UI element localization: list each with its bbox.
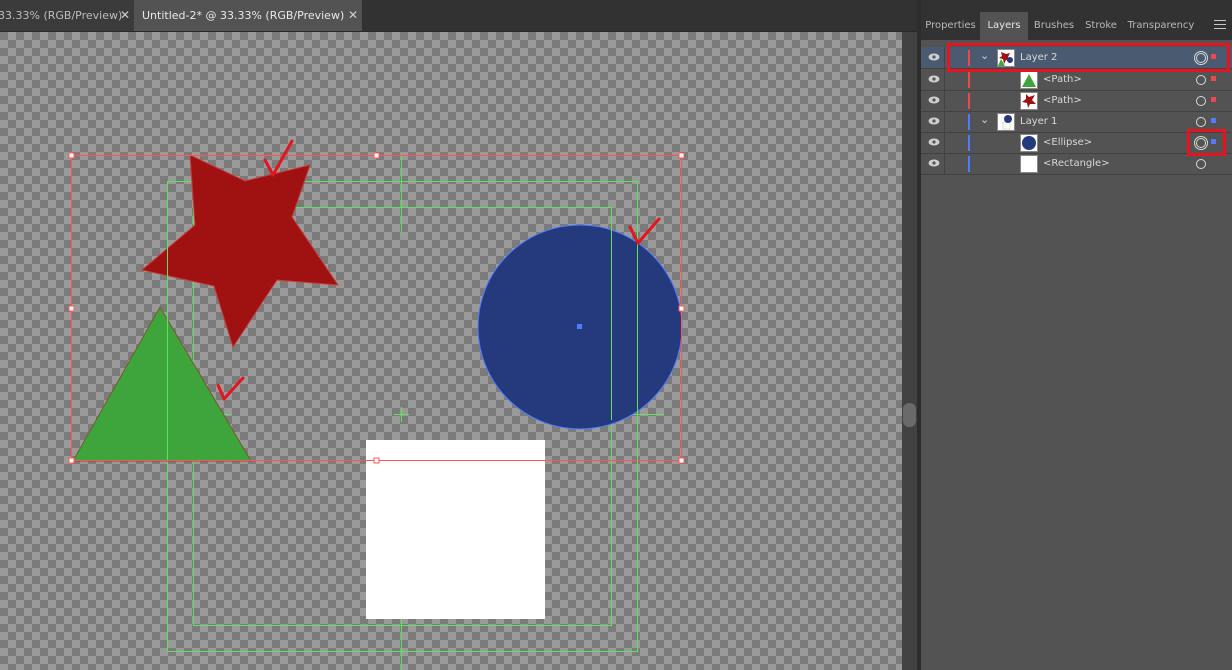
- column-divider: [944, 90, 945, 111]
- triangle-thumbnail: [1020, 71, 1038, 89]
- document-tab-label: Untitled-2* @ 33.33% (RGB/Preview): [142, 9, 345, 22]
- target-circle-icon[interactable]: [1196, 117, 1206, 127]
- eye-icon[interactable]: [928, 116, 940, 126]
- eye-icon[interactable]: [928, 95, 940, 105]
- close-icon[interactable]: ✕: [346, 0, 360, 31]
- layer-row-path[interactable]: <Path>: [921, 69, 1232, 91]
- tab-properties[interactable]: Properties: [921, 12, 980, 40]
- ellipse-thumbnail: [1020, 134, 1038, 152]
- rectangle-shape[interactable]: [366, 440, 545, 619]
- layer-row-ellipse[interactable]: <Ellipse>: [921, 132, 1232, 154]
- eye-icon[interactable]: [928, 158, 940, 168]
- column-divider: [944, 132, 945, 153]
- layer-name[interactable]: <Path>: [1043, 90, 1082, 111]
- layer-row-path[interactable]: <Path>: [921, 90, 1232, 112]
- eye-icon[interactable]: [928, 74, 940, 84]
- ellipse-center-point: [577, 324, 582, 329]
- target-circle-icon[interactable]: [1196, 96, 1206, 106]
- tab-brushes[interactable]: Brushes: [1028, 12, 1080, 40]
- layer-color-bar: [968, 156, 970, 172]
- selection-handle[interactable]: [678, 457, 685, 464]
- layer-color-bar: [968, 93, 970, 109]
- selection-handle[interactable]: [68, 457, 75, 464]
- layers-panel: Properties Layers Brushes Stroke Transpa…: [921, 0, 1232, 670]
- target-circle-icon[interactable]: [1196, 159, 1206, 169]
- target-circle-icon[interactable]: [1196, 75, 1206, 85]
- layer-row-layer-1[interactable]: ⌄ Layer 1: [921, 111, 1232, 133]
- document-tab-bar: 33.33% (RGB/Preview) ✕ Untitled-2* @ 33.…: [0, 0, 917, 32]
- selection-handle[interactable]: [373, 152, 380, 159]
- layer-name[interactable]: <Path>: [1043, 69, 1082, 90]
- tab-stroke[interactable]: Stroke: [1080, 12, 1122, 40]
- document-tab-inactive[interactable]: 33.33% (RGB/Preview) ✕: [0, 0, 134, 31]
- annotation-highlight-layer-2: [947, 43, 1230, 72]
- selection-handle[interactable]: [678, 152, 685, 159]
- layer-color-bar: [968, 114, 970, 130]
- column-divider: [944, 153, 945, 174]
- annotation-highlight-ellipse-target: [1187, 129, 1226, 156]
- selection-handle[interactable]: [373, 457, 380, 464]
- artwork-svg: [68, 139, 685, 670]
- layer-color-bar: [968, 72, 970, 88]
- column-divider: [944, 111, 945, 132]
- close-icon[interactable]: ✕: [118, 0, 132, 31]
- star-shape[interactable]: [140, 154, 339, 349]
- column-divider: [944, 47, 945, 68]
- tab-transparency[interactable]: Transparency: [1122, 12, 1200, 40]
- selection-indicator[interactable]: [1211, 118, 1216, 123]
- canvas-vertical-scrollbar[interactable]: [902, 32, 917, 670]
- check-mark-icon: [628, 217, 661, 245]
- artboard-canvas[interactable]: [0, 32, 902, 670]
- layer-color-bar: [968, 135, 970, 151]
- eye-icon[interactable]: [928, 137, 940, 147]
- layer-row-rectangle[interactable]: <Rectangle>: [921, 153, 1232, 175]
- eye-icon[interactable]: [928, 52, 940, 62]
- selection-indicator[interactable]: [1211, 97, 1216, 102]
- rectangle-thumbnail: [1020, 155, 1038, 173]
- layer-name[interactable]: <Ellipse>: [1043, 132, 1092, 153]
- chevron-down-icon[interactable]: ⌄: [980, 113, 989, 126]
- check-mark-icon: [263, 139, 294, 177]
- scrollbar-thumb[interactable]: [903, 403, 916, 427]
- layer-name[interactable]: <Rectangle>: [1043, 153, 1110, 174]
- layer-name[interactable]: Layer 1: [1020, 111, 1057, 132]
- selection-handle[interactable]: [68, 305, 75, 312]
- panel-tab-bar: Properties Layers Brushes Stroke Transpa…: [921, 0, 1232, 40]
- tab-layers[interactable]: Layers: [980, 12, 1028, 40]
- selection-handle[interactable]: [68, 152, 75, 159]
- check-mark-icon: [216, 376, 245, 401]
- triangle-shape[interactable]: [72, 306, 252, 462]
- document-tab-label: 33.33% (RGB/Preview): [0, 9, 123, 22]
- selection-handle[interactable]: [678, 305, 685, 312]
- layer1-thumbnail: [997, 113, 1015, 131]
- hamburger-menu-icon[interactable]: [1214, 20, 1226, 30]
- column-divider: [944, 69, 945, 90]
- selection-indicator[interactable]: [1211, 76, 1216, 81]
- document-tab-active[interactable]: Untitled-2* @ 33.33% (RGB/Preview) ✕: [134, 0, 362, 31]
- star-thumbnail: [1020, 92, 1038, 110]
